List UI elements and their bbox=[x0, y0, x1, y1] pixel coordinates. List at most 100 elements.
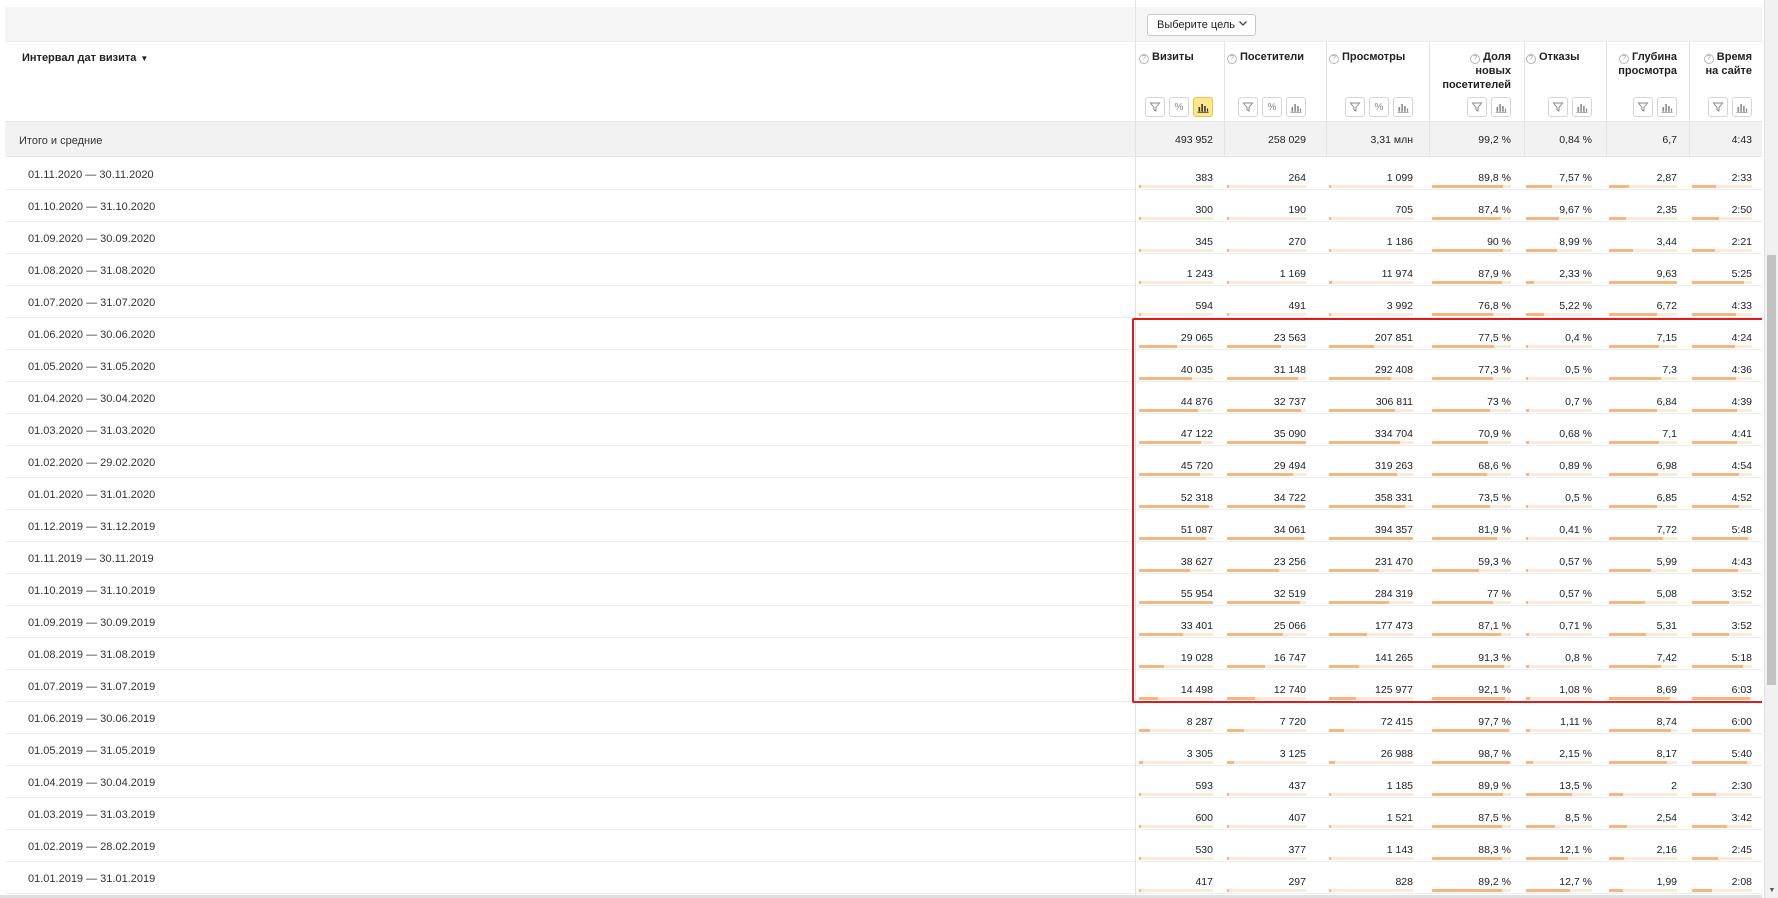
bar-track bbox=[1609, 793, 1677, 796]
row-period[interactable]: 01.04.2019 — 30.04.2019 bbox=[28, 777, 155, 789]
vertical-scrollbar[interactable]: ▼ bbox=[1764, 0, 1778, 898]
table-row[interactable]: 01.01.2019 — 31.01.2019 417 297 828 89,2 % 12… bbox=[5, 862, 1762, 894]
column-header-depth[interactable]: ? Глубина просмотра bbox=[1609, 50, 1677, 78]
row-period[interactable]: 01.05.2020 — 31.05.2020 bbox=[28, 361, 155, 373]
chart-button[interactable] bbox=[1286, 97, 1306, 117]
row-period[interactable]: 01.01.2020 — 31.01.2020 bbox=[28, 489, 155, 501]
table-row[interactable]: 01.11.2020 — 30.11.2020 383 264 1 099 89,8 %… bbox=[5, 158, 1762, 190]
table-row[interactable]: 01.07.2020 — 31.07.2020 594 491 3 992 76,8 %… bbox=[5, 286, 1762, 318]
bar-track bbox=[1609, 409, 1677, 412]
row-period[interactable]: 01.02.2019 — 28.02.2019 bbox=[28, 841, 155, 853]
help-icon[interactable]: ? bbox=[1329, 54, 1339, 64]
chart-button[interactable] bbox=[1657, 97, 1677, 117]
table-row[interactable]: 01.05.2020 — 31.05.2020 40 035 31 148 292 4… bbox=[5, 350, 1762, 382]
table-row[interactable]: 01.06.2020 — 30.06.2020 29 065 23 563 207 8… bbox=[5, 318, 1762, 350]
cell-bounces: 13,5 % bbox=[1559, 780, 1592, 792]
help-icon[interactable]: ? bbox=[1139, 54, 1149, 64]
table-row[interactable]: 01.09.2019 — 30.09.2019 33 401 25 066 177 4… bbox=[5, 606, 1762, 638]
row-period[interactable]: 01.07.2020 — 31.07.2020 bbox=[28, 297, 155, 309]
scrollbar-thumb[interactable] bbox=[1767, 255, 1776, 685]
cell-visitors: 297 bbox=[1288, 876, 1306, 888]
table-row[interactable]: 01.11.2019 — 30.11.2019 38 627 23 256 231 4… bbox=[5, 542, 1762, 574]
scroll-down-icon[interactable]: ▼ bbox=[1767, 886, 1777, 896]
goal-select-label: Выберите цель bbox=[1157, 19, 1235, 31]
row-period[interactable]: 01.09.2019 — 30.09.2019 bbox=[28, 617, 155, 629]
chart-button[interactable] bbox=[1732, 97, 1752, 117]
table-row[interactable]: 01.08.2020 — 31.08.2020 1 243 1 169 11 974 8… bbox=[5, 254, 1762, 286]
chart-button[interactable] bbox=[1491, 97, 1511, 117]
bar-fill bbox=[1329, 345, 1374, 348]
table-row[interactable]: 01.03.2019 — 31.03.2019 600 407 1 521 87,5 %… bbox=[5, 798, 1762, 830]
table-row[interactable]: 01.10.2020 — 31.10.2020 300 190 705 87,4 % 9,… bbox=[5, 190, 1762, 222]
bar-track bbox=[1526, 377, 1592, 380]
filter-button[interactable] bbox=[1238, 97, 1258, 117]
table-row[interactable]: 01.09.2020 — 30.09.2020 345 270 1 186 90 % 8,… bbox=[5, 222, 1762, 254]
row-period[interactable]: 01.10.2020 — 31.10.2020 bbox=[28, 201, 155, 213]
filter-button[interactable] bbox=[1548, 97, 1568, 117]
row-period[interactable]: 01.04.2020 — 30.04.2020 bbox=[28, 393, 155, 405]
filter-button[interactable] bbox=[1467, 97, 1487, 117]
table-row[interactable]: 01.05.2019 — 31.05.2019 3 305 3 125 26 988 9… bbox=[5, 734, 1762, 766]
column-header-visitors[interactable]: ? Посетители bbox=[1227, 50, 1306, 64]
help-icon[interactable]: ? bbox=[1470, 54, 1481, 64]
row-period[interactable]: 01.12.2019 — 31.12.2019 bbox=[28, 521, 155, 533]
row-period[interactable]: 01.05.2019 — 31.05.2019 bbox=[28, 745, 155, 757]
chart-button[interactable] bbox=[1193, 97, 1213, 117]
row-period[interactable]: 01.11.2020 — 30.11.2020 bbox=[28, 169, 154, 181]
goal-select[interactable]: Выберите цель bbox=[1147, 14, 1256, 36]
row-period[interactable]: 01.06.2019 — 30.06.2019 bbox=[28, 713, 155, 725]
bar-fill bbox=[1609, 345, 1659, 348]
chart-button[interactable] bbox=[1572, 97, 1592, 117]
table-row[interactable]: 01.06.2019 — 30.06.2019 8 287 7 720 72 415 9… bbox=[5, 702, 1762, 734]
help-icon[interactable]: ? bbox=[1703, 54, 1714, 64]
table-row[interactable]: 01.07.2019 — 31.07.2019 14 498 12 740 125 9… bbox=[5, 670, 1762, 702]
table-row[interactable]: 01.08.2019 — 31.08.2019 19 028 16 747 141 2… bbox=[5, 638, 1762, 670]
percent-button[interactable]: % bbox=[1369, 97, 1389, 117]
cell-views: 306 811 bbox=[1375, 396, 1413, 408]
bar-track bbox=[1526, 409, 1592, 412]
percent-button[interactable]: % bbox=[1262, 97, 1282, 117]
bar-track bbox=[1139, 217, 1213, 220]
row-period[interactable]: 01.11.2019 — 30.11.2019 bbox=[28, 553, 154, 565]
help-icon[interactable]: ? bbox=[1227, 54, 1237, 64]
table-row[interactable]: 01.02.2019 — 28.02.2019 530 377 1 143 88,3 %… bbox=[5, 830, 1762, 862]
filter-button[interactable] bbox=[1633, 97, 1653, 117]
row-period[interactable]: 01.02.2020 — 29.02.2020 bbox=[28, 457, 155, 469]
filter-button[interactable] bbox=[1145, 97, 1165, 117]
filter-button[interactable] bbox=[1708, 97, 1728, 117]
bar-chart-icon bbox=[1397, 101, 1409, 113]
chart-button[interactable] bbox=[1393, 97, 1413, 117]
bar-fill bbox=[1329, 857, 1331, 860]
column-header-time[interactable]: ? Время на сайте bbox=[1692, 50, 1752, 78]
column-header-bounces[interactable]: ? Отказы bbox=[1526, 50, 1592, 64]
filter-button[interactable] bbox=[1345, 97, 1365, 117]
help-icon[interactable]: ? bbox=[1526, 54, 1536, 64]
column-header-new_share[interactable]: ? Доля новых посетителей bbox=[1432, 50, 1511, 92]
row-period[interactable]: 01.09.2020 — 30.09.2020 bbox=[28, 233, 155, 245]
row-period[interactable]: 01.01.2019 — 31.01.2019 bbox=[28, 873, 155, 885]
table-row[interactable]: 01.01.2020 — 31.01.2020 52 318 34 722 358 3… bbox=[5, 478, 1762, 510]
bar-track bbox=[1432, 633, 1511, 636]
column-header-views[interactable]: ? Просмотры bbox=[1329, 50, 1413, 64]
table-row[interactable]: 01.12.2019 — 31.12.2019 51 087 34 061 394 3… bbox=[5, 510, 1762, 542]
row-period[interactable]: 01.10.2019 — 31.10.2019 bbox=[28, 585, 155, 597]
row-period[interactable]: 01.08.2019 — 31.08.2019 bbox=[28, 649, 155, 661]
row-period[interactable]: 01.08.2020 — 31.08.2020 bbox=[28, 265, 155, 277]
row-period[interactable]: 01.03.2020 — 31.03.2020 bbox=[28, 425, 155, 437]
table-row[interactable]: 01.10.2019 — 31.10.2019 55 954 32 519 284 3… bbox=[5, 574, 1762, 606]
column-header-visits[interactable]: ? Визиты bbox=[1139, 50, 1213, 64]
percent-button[interactable]: % bbox=[1169, 97, 1189, 117]
table-row[interactable]: 01.03.2020 — 31.03.2020 47 122 35 090 334 7… bbox=[5, 414, 1762, 446]
dimension-header[interactable]: Интервал дат визита ▼ bbox=[22, 52, 148, 64]
table-row[interactable]: 01.04.2019 — 30.04.2019 593 437 1 185 89,9 %… bbox=[5, 766, 1762, 798]
row-period[interactable]: 01.07.2019 — 31.07.2019 bbox=[28, 681, 155, 693]
row-period[interactable]: 01.03.2019 — 31.03.2019 bbox=[28, 809, 155, 821]
cell-new_share: 73 % bbox=[1487, 396, 1511, 408]
sort-desc-icon[interactable]: ▼ bbox=[140, 54, 148, 63]
table-row[interactable]: 01.02.2020 — 29.02.2020 45 720 29 494 319 2… bbox=[5, 446, 1762, 478]
table-row[interactable]: 01.04.2020 — 30.04.2020 44 876 32 737 306 8… bbox=[5, 382, 1762, 414]
cell-visits: 29 065 bbox=[1180, 332, 1213, 344]
row-period[interactable]: 01.06.2020 — 30.06.2020 bbox=[28, 329, 155, 341]
help-icon[interactable]: ? bbox=[1619, 54, 1630, 64]
cell-new_share: 88,3 % bbox=[1478, 844, 1511, 856]
